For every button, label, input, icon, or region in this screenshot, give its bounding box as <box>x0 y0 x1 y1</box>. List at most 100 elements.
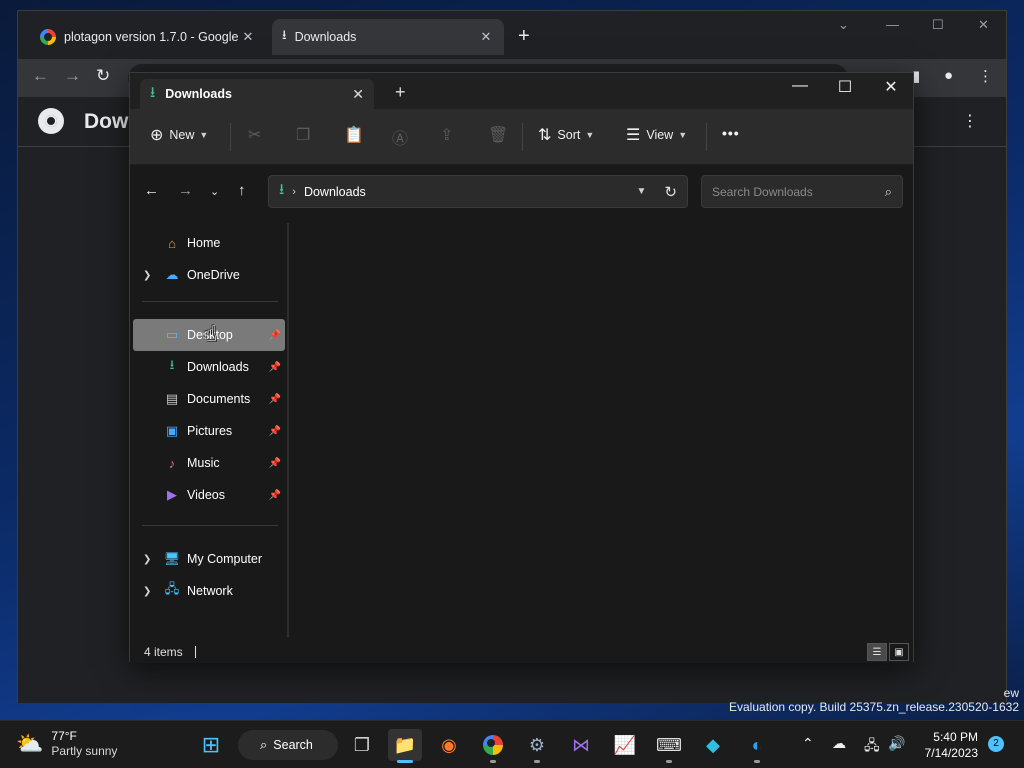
chrome-tab-label: Downloads <box>294 30 357 44</box>
chevron-right-icon[interactable]: ❯ <box>143 586 151 597</box>
task-view-button[interactable]: ❐ <box>345 729 379 761</box>
taskbar-settings[interactable]: ⚙ <box>520 729 554 763</box>
task-view-icon: ❐ <box>353 734 371 755</box>
chrome-tab-plotagon[interactable]: plotagon version 1.7.0 - Google S ✕ <box>30 19 266 55</box>
close-icon[interactable]: ✕ <box>240 29 256 45</box>
sidebar-item-label: Videos <box>187 488 225 502</box>
weather-widget[interactable]: ⛅ 77°F Partly sunny <box>16 729 117 759</box>
cut-button[interactable]: ✂ <box>248 125 267 145</box>
pin-icon[interactable]: 📌 <box>269 458 281 469</box>
gear-icon: ⚙ <box>528 734 546 755</box>
notification-badge[interactable]: 2 <box>988 736 1004 752</box>
pin-icon[interactable]: 📌 <box>269 426 281 437</box>
chrome-tab-label: plotagon version 1.7.0 - Google S <box>64 30 240 44</box>
taskbar-dev-tool[interactable]: ◆ <box>696 729 730 761</box>
new-button[interactable]: ⊕ New ▼ <box>150 125 208 145</box>
firefox-icon: ◉ <box>441 734 457 755</box>
reload-icon[interactable]: ↻ <box>96 66 110 86</box>
taskbar-terminal[interactable]: ⌨ <box>652 729 686 763</box>
sidebar-item-network[interactable]: ❯ 🖧 Network <box>133 575 285 607</box>
details-view-button[interactable]: ☰ <box>867 643 887 661</box>
close-icon[interactable]: ✕ <box>868 77 914 97</box>
forward-icon[interactable]: → <box>178 182 193 199</box>
sidebar-item-home[interactable]: ⌂ Home <box>133 227 285 259</box>
copy-button[interactable]: ❐ <box>296 125 316 145</box>
close-icon[interactable]: ✕ <box>978 17 989 33</box>
close-icon[interactable]: ✕ <box>352 86 364 103</box>
delete-button[interactable]: 🗑 <box>488 125 514 145</box>
more-options-button[interactable]: ••• <box>722 125 740 141</box>
file-list-area[interactable] <box>292 217 913 641</box>
taskbar-firefox[interactable]: ◉ <box>432 729 466 761</box>
pin-icon[interactable]: 📌 <box>269 490 281 501</box>
taskbar-search-button[interactable]: ⌕ Search <box>238 730 338 760</box>
chevron-right-icon[interactable]: ❯ <box>143 554 151 565</box>
system-clock[interactable]: 5:40 PM 7/14/2023 <box>916 729 978 761</box>
profile-icon[interactable]: ● <box>944 67 953 84</box>
cloud-offline-icon[interactable]: ☁ <box>832 735 846 752</box>
sort-button[interactable]: ⇅ Sort ▼ <box>538 125 594 145</box>
breadcrumb-downloads[interactable]: Downloads <box>304 185 637 199</box>
sidebar-item-documents[interactable]: ▤ Documents 📌 <box>133 383 285 415</box>
sidebar-item-onedrive[interactable]: ❯ ☁ OneDrive <box>133 259 285 291</box>
more-icon[interactable]: ⋮ <box>962 111 978 131</box>
search-input[interactable] <box>712 184 885 199</box>
clock-date: 7/14/2023 <box>924 746 978 760</box>
paste-button[interactable]: 📋 <box>344 125 370 145</box>
search-icon[interactable]: ⌕ <box>885 184 892 200</box>
puzzle-icon: ◆ <box>706 734 720 755</box>
taskbar-edge[interactable]: ◐ <box>740 729 774 763</box>
pin-icon[interactable]: 📌 <box>269 330 281 341</box>
chevron-down-icon[interactable]: ▼ <box>637 186 647 197</box>
taskbar-file-explorer[interactable]: 📁 <box>388 729 422 763</box>
sidebar-item-downloads[interactable]: ⭳ Downloads 📌 <box>133 351 285 383</box>
explorer-tab-downloads[interactable]: ⭳ Downloads ✕ <box>140 79 374 109</box>
back-icon[interactable]: ← <box>144 182 159 199</box>
maximize-icon[interactable]: ☐ <box>822 77 868 97</box>
back-icon[interactable]: ← <box>32 66 49 86</box>
address-bar[interactable]: ⭳ › Downloads ▼ ↻ <box>268 175 688 208</box>
pin-icon[interactable]: 📌 <box>269 362 281 373</box>
rename-button[interactable]: Ⓐ <box>392 125 414 149</box>
divider <box>142 525 278 526</box>
breadcrumb-separator-icon: › <box>292 185 296 198</box>
close-icon[interactable]: ✕ <box>478 29 494 45</box>
sidebar-item-videos[interactable]: ▶ Videos 📌 <box>133 479 285 511</box>
sidebar-scrollbar[interactable] <box>287 223 289 637</box>
chevron-down-icon[interactable]: ⌄ <box>838 17 849 33</box>
sidebar-item-my-computer[interactable]: ❯ 🖥 My Computer <box>133 543 285 575</box>
trash-icon: 🗑 <box>488 127 509 144</box>
taskbar-chrome[interactable] <box>476 729 510 763</box>
chevron-right-icon[interactable]: ❯ <box>143 270 151 281</box>
minimize-icon[interactable]: — <box>886 17 899 32</box>
maximize-icon[interactable]: ☐ <box>932 17 944 33</box>
start-button[interactable]: ⊞ <box>194 729 228 761</box>
taskbar-performance-monitor[interactable]: 📈 <box>608 729 642 761</box>
share-button[interactable]: ⇪ <box>440 125 459 145</box>
chrome-tab-downloads[interactable]: ⭳ Downloads ✕ <box>272 19 504 55</box>
new-button-label: New <box>169 128 195 142</box>
volume-icon[interactable]: 🔊 <box>888 735 905 752</box>
sidebar-item-music[interactable]: ♪ Music 📌 <box>133 447 285 479</box>
menu-icon[interactable]: ⋮ <box>978 67 993 85</box>
recent-locations-icon[interactable]: ⌄ <box>210 185 219 198</box>
view-button[interactable]: ☰ View ▼ <box>626 125 687 145</box>
chevron-down-icon: ▼ <box>678 130 688 140</box>
show-hidden-icons-icon[interactable]: ⌃ <box>802 735 814 752</box>
minimize-icon[interactable]: — <box>777 77 823 95</box>
pin-icon[interactable]: 📌 <box>269 394 281 405</box>
paste-icon: 📋 <box>344 127 364 144</box>
tiles-view-button[interactable]: ▣ <box>889 643 909 661</box>
up-icon[interactable]: ↑ <box>238 182 246 199</box>
sidebar-item-pictures[interactable]: ▣ Pictures 📌 <box>133 415 285 447</box>
status-bar: 4 items ☰ ▣ <box>130 641 913 663</box>
network-icon[interactable]: 🖧 <box>864 735 880 759</box>
taskbar-visual-studio[interactable]: ⋈ <box>564 729 598 761</box>
refresh-icon[interactable]: ↻ <box>664 183 677 201</box>
taskbar: ⛅ 77°F Partly sunny ⊞ ⌕ Search ❐ 📁 ◉ ⚙ ⋈… <box>0 720 1024 768</box>
forward-icon[interactable]: → <box>64 66 81 86</box>
new-tab-icon[interactable]: + <box>518 25 530 48</box>
running-indicator <box>754 760 760 763</box>
page-title: Dow <box>84 110 129 133</box>
new-tab-icon[interactable]: + <box>395 82 406 103</box>
